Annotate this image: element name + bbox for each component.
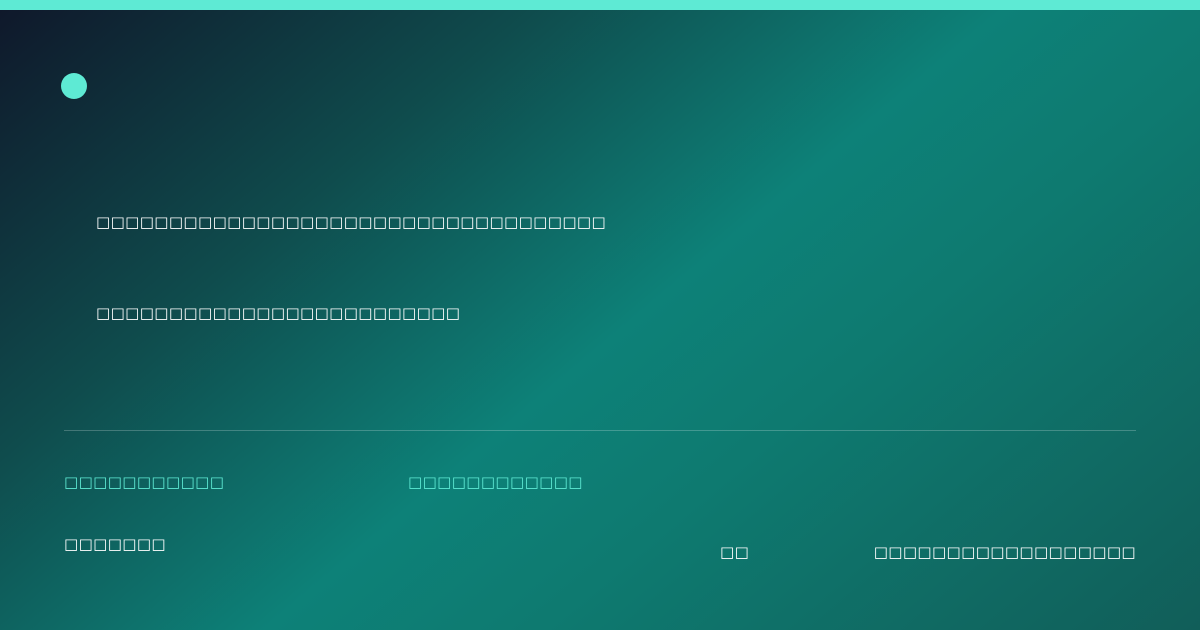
accent-top-bar <box>0 0 1200 10</box>
hero-headline: □□□□□□□□□□□□□□□□□□□□□□□□□□□□□□□□□□□ <box>96 213 607 231</box>
footer-value-left: □□□□□□□ <box>64 535 167 553</box>
logo-dot-icon <box>61 73 87 99</box>
footer-label-middle: □□□□□□□□□□□□ <box>408 473 583 491</box>
hero-subline: □□□□□□□□□□□□□□□□□□□□□□□□□ <box>96 304 461 322</box>
footer-value-right: □□□□□□□□□□□□□□□□□□ <box>873 543 1136 561</box>
footer-divider <box>64 430 1136 431</box>
footer-value-middle: □□ <box>720 543 750 561</box>
footer-label-left: □□□□□□□□□□□ <box>64 473 225 491</box>
